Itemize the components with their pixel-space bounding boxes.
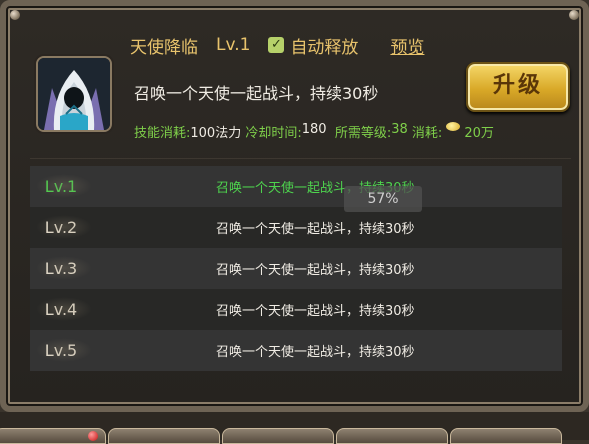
cooldown-value: 180 (301, 122, 327, 137)
bottom-tab[interactable] (450, 428, 562, 444)
req-level-label: 所需等级: (334, 126, 392, 141)
progress-overlay: 57% (344, 186, 422, 212)
bottom-tab[interactable] (222, 428, 334, 444)
title-row: 天使降临 Lv.1 ✓ 自动释放 预览 (130, 30, 424, 60)
cost-label: 技能消耗: (134, 126, 191, 141)
level-effect: 召唤一个天使一起战斗，持续30秒 (216, 304, 415, 319)
level-effect: 召唤一个天使一起战斗，持续30秒 (216, 263, 415, 278)
upgrade-button[interactable]: 升级 (466, 62, 570, 112)
hooded-angel-icon[interactable] (36, 56, 112, 132)
level-row[interactable]: Lv.1 召唤一个天使一起战斗，持续30秒 (30, 166, 562, 207)
rivet-icon (569, 10, 579, 20)
preview-link[interactable]: 预览 (390, 33, 424, 58)
skill-name: 天使降临 (130, 37, 198, 58)
gold-coin-icon (446, 122, 461, 131)
price-value: 20万 (464, 126, 494, 141)
skill-level: Lv.1 (216, 35, 251, 55)
auto-cast-label: 自动释放 (290, 37, 359, 58)
bottom-tab[interactable] (336, 428, 448, 444)
skill-header: 天使降临 Lv.1 ✓ 自动释放 预览 召唤一个天使一起战斗，持续30秒 升级 … (20, 22, 581, 162)
check-icon: ✓ (268, 37, 285, 53)
cooldown-label: 冷却时间: (245, 126, 302, 141)
bottom-tab[interactable] (108, 428, 220, 444)
level-row[interactable]: Lv.4 召唤一个天使一起战斗，持续30秒 (30, 289, 562, 330)
level-row[interactable]: Lv.2 召唤一个天使一起战斗，持续30秒 (30, 207, 562, 248)
cost-value: 100法力 (190, 126, 242, 141)
skill-description: 召唤一个天使一起战斗，持续30秒 (134, 84, 379, 103)
price-label: 消耗: (411, 126, 443, 141)
level-effect: 召唤一个天使一起战斗，持续30秒 (216, 345, 415, 360)
level-table: Lv.1 召唤一个天使一起战斗，持续30秒 Lv.2 召唤一个天使一起战斗，持续… (30, 166, 562, 371)
skill-stats: 技能消耗: 100法力 冷却时间: 180 所需等级: 38 消耗: 20万 (134, 122, 494, 141)
auto-cast-toggle[interactable]: ✓ 自动释放 (268, 33, 358, 58)
rivet-icon (10, 10, 20, 20)
level-effect: 召唤一个天使一起战斗，持续30秒 (216, 222, 415, 237)
req-level-value: 38 (391, 122, 408, 137)
level-row[interactable]: Lv.3 召唤一个天使一起战斗，持续30秒 (30, 248, 562, 289)
divider (30, 158, 571, 159)
level-row[interactable]: Lv.5 召唤一个天使一起战斗，持续30秒 (30, 330, 562, 371)
